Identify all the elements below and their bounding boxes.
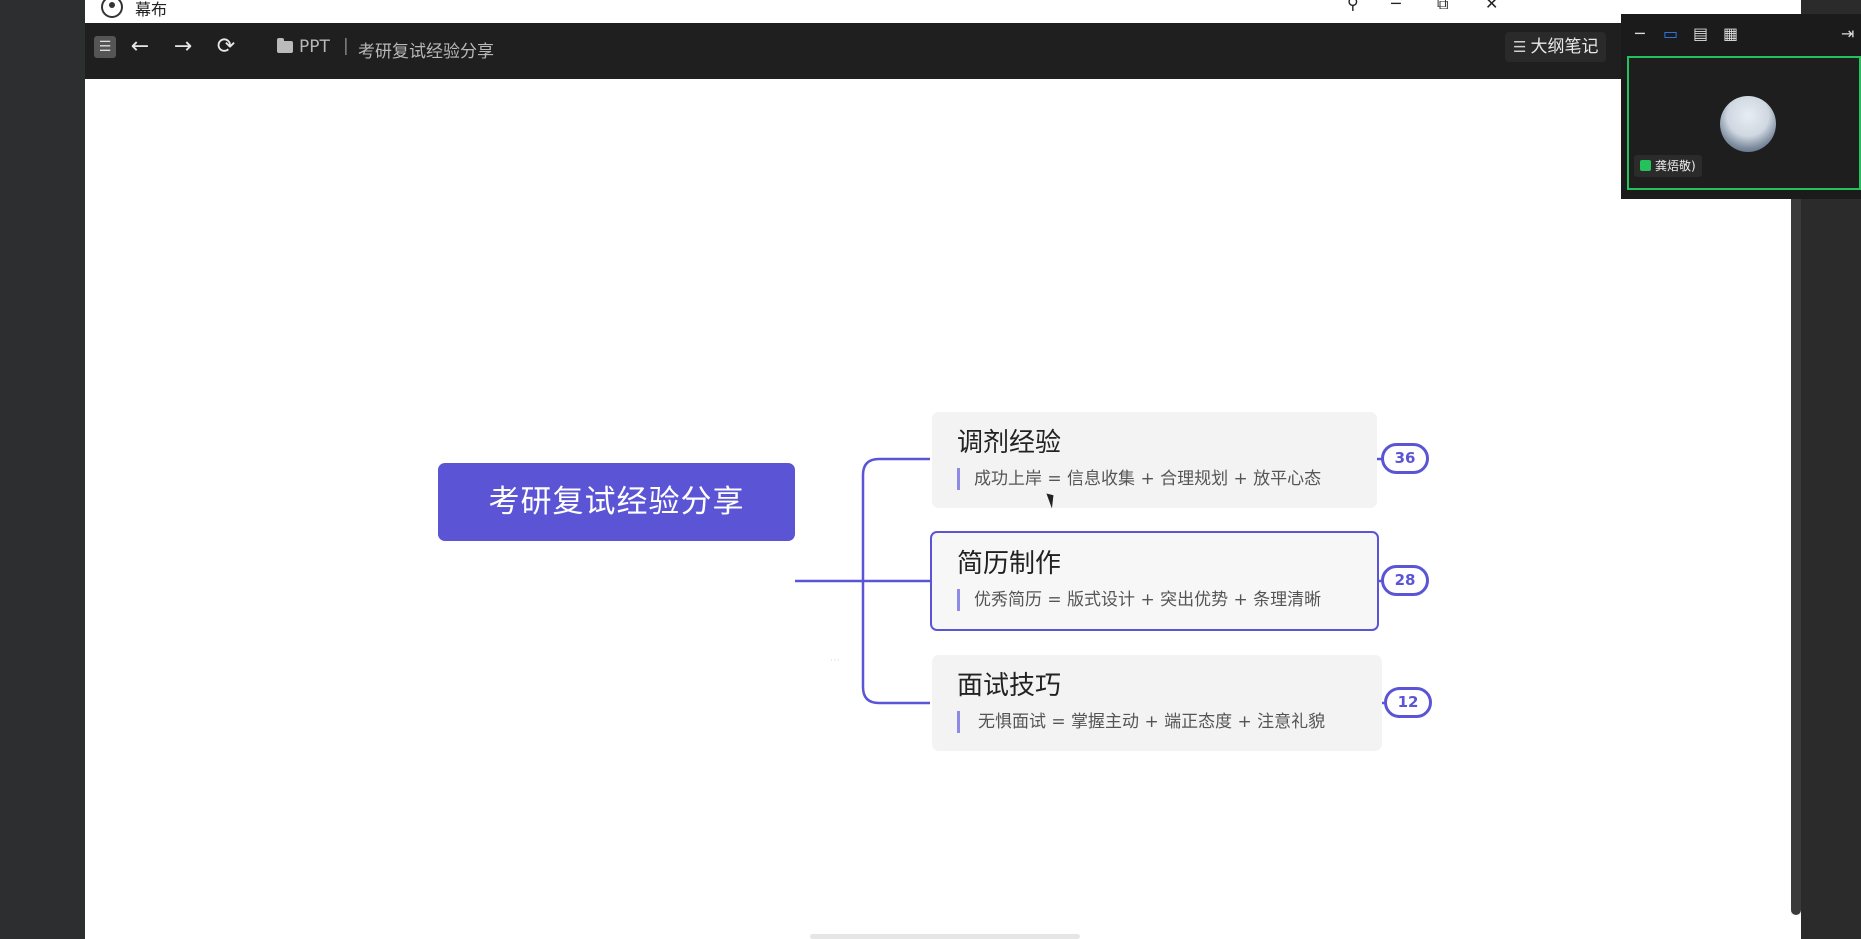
participant-name: 龚焐敬): [1655, 159, 1696, 173]
app-window: 幕布 ⚲ ─ ⧉ ✕ ☰ ← → ⟳ PPT | 考研复试经验分享 ☰ 大纲笔记 …: [85, 0, 1801, 939]
exit-panel-icon[interactable]: ⇥: [1841, 24, 1854, 43]
child-count-badge[interactable]: 36: [1381, 443, 1429, 474]
participant-name-tag: 龚焐敬): [1634, 155, 1702, 177]
connector-branch-3: [861, 581, 930, 705]
participant-avatar: [1720, 96, 1776, 152]
branch-title: 面试技巧: [957, 671, 1062, 701]
video-call-panel: ─ ▭ ▤ ▦ ⇥ 龚焐敬): [1621, 14, 1861, 199]
mindmap-branch-node[interactable]: 面试技巧 无惧面试 = 掌握主动 + 端正态度 + 注意礼貌: [932, 655, 1382, 751]
speaker-view-icon[interactable]: ▭: [1663, 24, 1678, 43]
branch-title: 调剂经验: [957, 428, 1062, 458]
mindmap-branch-node-selected[interactable]: 简历制作 优秀简历 = 版式设计 + 突出优势 + 条理清晰: [930, 531, 1379, 631]
branch-note: 优秀简历 = 版式设计 + 突出优势 + 条理清晰: [957, 589, 1321, 611]
video-minimize-icon[interactable]: ─: [1635, 24, 1645, 43]
desktop-left-strip: [0, 0, 85, 939]
child-count-badge[interactable]: 12: [1384, 687, 1432, 718]
mic-active-icon: [1640, 160, 1651, 171]
bottom-panel-handle[interactable]: [810, 934, 1080, 939]
branch-note: 无惧面试 = 掌握主动 + 端正态度 + 注意礼貌: [957, 711, 1325, 733]
mindmap-branch-node[interactable]: 调剂经验 成功上岸 = 信息收集 + 合理规划 + 放平心态: [932, 412, 1377, 508]
branch-note: 成功上岸 = 信息收集 + 合理规划 + 放平心态: [957, 468, 1321, 490]
mindmap-root-node[interactable]: 考研复试经验分享: [438, 463, 795, 541]
branch-title: 简历制作: [957, 549, 1062, 579]
participant-video-tile[interactable]: 龚焐敬): [1627, 56, 1861, 190]
grid-view-icon[interactable]: ▦: [1723, 24, 1738, 43]
child-count-badge[interactable]: 28: [1381, 565, 1429, 596]
canvas-drag-handle: ⋯: [830, 655, 840, 666]
connector-branch-1: [861, 457, 930, 581]
split-view-icon[interactable]: ▤: [1693, 24, 1708, 43]
